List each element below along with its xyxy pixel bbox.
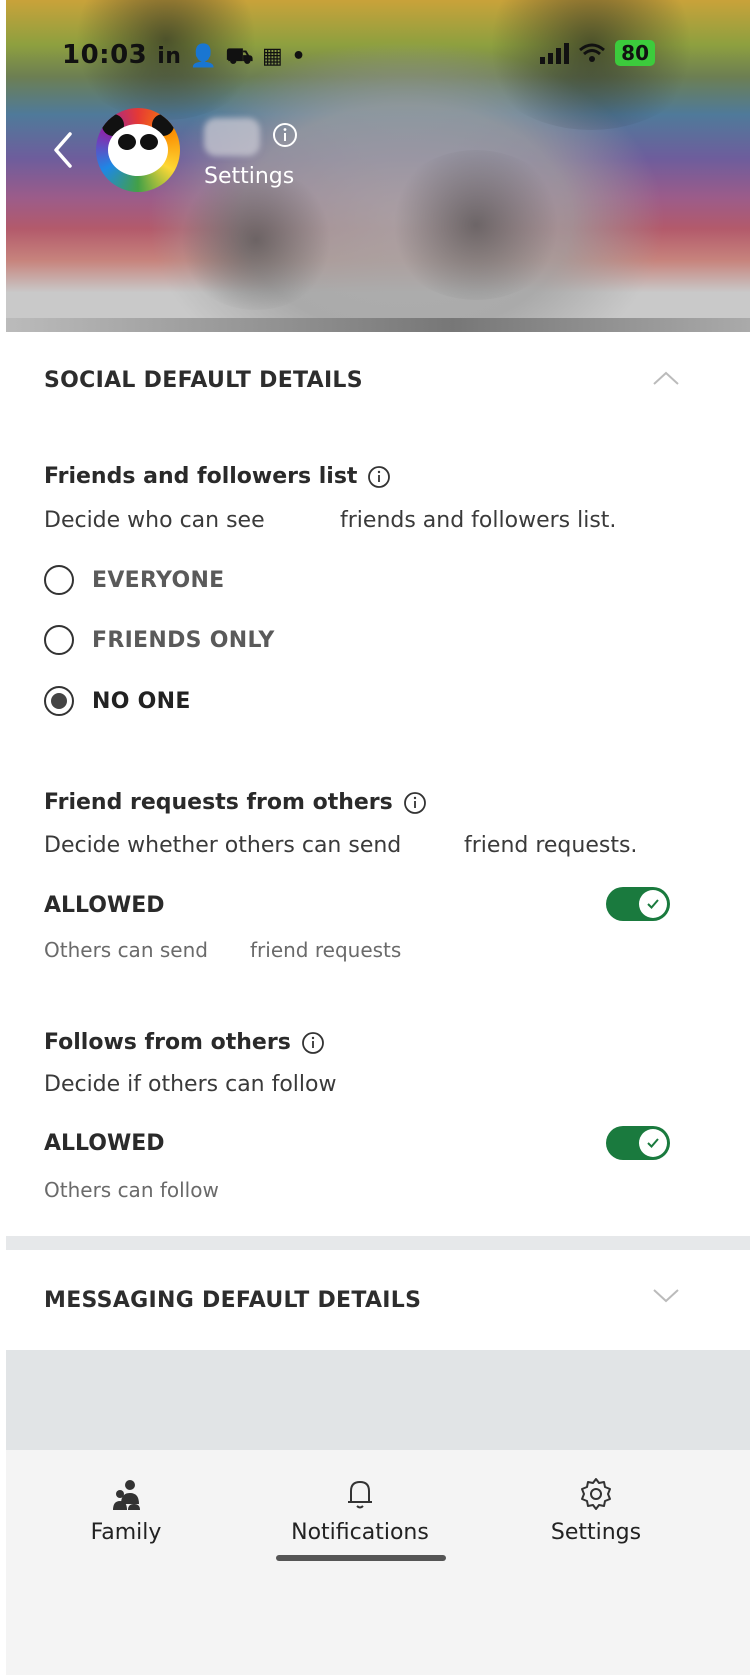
follows-description: Decide if others can follow	[44, 1072, 337, 1097]
nav-settings[interactable]: Settings	[496, 1474, 696, 1545]
friend-requests-note: Others can send	[44, 938, 208, 962]
radio-button-selected[interactable]	[44, 686, 74, 716]
empty-area	[6, 1350, 750, 1450]
header-divider	[6, 318, 750, 332]
signal-icon	[540, 42, 570, 64]
wifi-icon	[579, 43, 606, 62]
bottom-nav: Family Notifications Settings	[6, 1450, 750, 1675]
follows-label: Follows from others	[44, 1030, 325, 1055]
friend-requests-description-end: friend requests.	[464, 833, 638, 858]
friends-list-label: Friends and followers list	[44, 464, 391, 489]
back-arrow-icon[interactable]	[48, 130, 78, 170]
follows-status: ALLOWED	[44, 1131, 165, 1156]
section-separator	[6, 1236, 750, 1250]
info-icon[interactable]	[272, 122, 298, 148]
avatar[interactable]	[96, 108, 180, 192]
home-indicator	[276, 1555, 446, 1561]
battery-indicator: 80	[615, 40, 655, 66]
family-icon	[113, 1480, 140, 1510]
check-icon	[647, 899, 659, 909]
friend-requests-note-end: friend requests	[250, 938, 402, 962]
status-bar-right: 80	[540, 40, 655, 66]
follows-note: Others can follow	[44, 1178, 219, 1202]
info-icon[interactable]	[301, 1031, 325, 1055]
friend-requests-label: Friend requests from others	[44, 790, 427, 815]
friend-requests-toggle[interactable]	[606, 887, 670, 921]
redacted-name	[204, 118, 260, 156]
radio-friends-only[interactable]: FRIENDS ONLY	[44, 625, 275, 655]
friend-requests-description: Decide whether others can send	[44, 833, 402, 858]
radio-button[interactable]	[44, 625, 74, 655]
radio-everyone[interactable]: EVERYONE	[44, 565, 225, 595]
nav-family[interactable]: Family	[26, 1474, 226, 1545]
messaging-section-title[interactable]: MESSAGING DEFAULT DETAILS	[44, 1288, 421, 1313]
social-section-title[interactable]: SOCIAL DEFAULT DETAILS	[44, 368, 363, 393]
notification-icons: in 👤 ⛟ ▦ •	[157, 44, 307, 69]
friends-list-description-end: friends and followers list.	[340, 508, 617, 533]
gear-icon	[581, 1478, 611, 1510]
bell-icon	[348, 1481, 372, 1509]
chevron-up-icon[interactable]	[652, 370, 680, 386]
status-bar-time: 10:03 in 👤 ⛟ ▦ •	[62, 40, 307, 70]
header-subtitle: Settings	[204, 164, 295, 189]
radio-button[interactable]	[44, 565, 74, 595]
friend-requests-status: ALLOWED	[44, 893, 165, 918]
follows-toggle[interactable]	[606, 1126, 670, 1160]
info-icon[interactable]	[367, 465, 391, 489]
check-icon	[647, 1138, 659, 1148]
nav-notifications[interactable]: Notifications	[260, 1474, 460, 1545]
screen: 10:03 in 👤 ⛟ ▦ • 80 Settings SOCIAL DEFAU…	[0, 0, 750, 1675]
info-icon[interactable]	[403, 791, 427, 815]
friends-list-description: Decide who can see	[44, 508, 265, 533]
chevron-down-icon[interactable]	[652, 1288, 680, 1304]
radio-no-one[interactable]: NO ONE	[44, 686, 191, 716]
